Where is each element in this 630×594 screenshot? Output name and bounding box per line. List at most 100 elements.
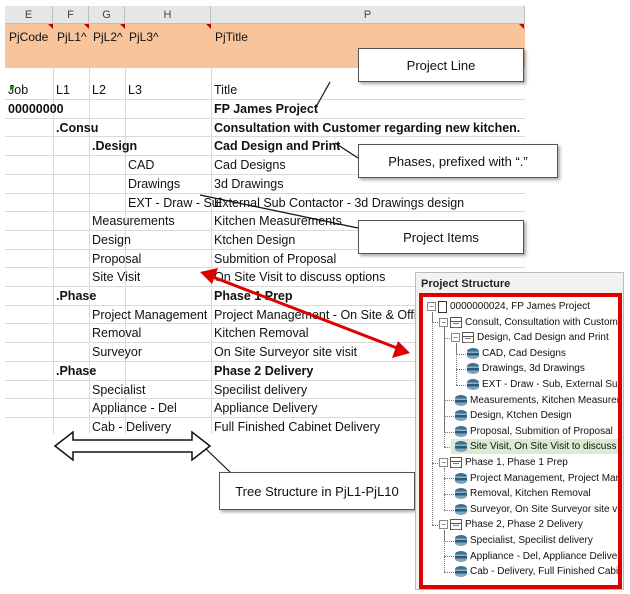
tree-connector <box>444 530 445 572</box>
tree-node-label: Project Management, Project Management -… <box>470 472 622 484</box>
tree-node-label: Design, Cad Design and Print <box>477 332 609 344</box>
col-header-h[interactable]: H <box>125 6 211 24</box>
cell-title[interactable]: FP James Project <box>214 100 318 119</box>
cell-title[interactable]: Appliance Delivery <box>214 399 318 418</box>
cell-title[interactable]: Kitchen Removal <box>214 324 309 343</box>
callout-project-line: Project Line <box>358 48 524 82</box>
tree-connector <box>456 343 457 385</box>
cell-l1[interactable]: .Phase 2 <box>56 362 99 381</box>
callout-tree-structure: Tree Structure in PjL1-PjL10 <box>219 472 415 510</box>
field-header-pjtitle[interactable]: PjTitle <box>215 30 248 44</box>
item-icon <box>455 488 467 500</box>
cell-l3[interactable]: EXT - Draw - Sub <box>128 194 221 213</box>
col-header-p[interactable]: P <box>211 6 525 24</box>
comment-marker <box>48 24 53 29</box>
cell-title[interactable]: Phase 2 Delivery <box>214 362 313 381</box>
collapse-toggle-icon[interactable]: − <box>439 317 448 327</box>
tree-node[interactable]: Specialist, Specilist delivery <box>451 533 618 548</box>
tree-node-label: Consult, Consultation with Customer rega… <box>465 316 618 328</box>
cell-l2[interactable]: Design <box>92 231 131 250</box>
col-header-f[interactable]: F <box>53 6 89 24</box>
cell-title[interactable]: On Site Visit to discuss options <box>214 268 385 287</box>
collapse-toggle-icon[interactable]: − <box>439 458 448 467</box>
comment-marker <box>206 24 211 29</box>
item-icon <box>455 503 467 515</box>
cell-job[interactable]: 0000000024 <box>8 100 63 119</box>
cell-title[interactable]: On Site Surveyor site visit <box>214 343 357 362</box>
cell-title[interactable]: Ktchen Design <box>214 231 295 250</box>
cell-l3[interactable]: Drawings <box>128 175 180 194</box>
cell-title[interactable]: Kitchen Measurements <box>214 212 342 231</box>
field-header-pjl2[interactable]: PjL2^ <box>93 30 123 44</box>
cell-l2[interactable]: Removal <box>92 324 141 343</box>
tree-node[interactable]: Appliance - Del, Appliance Delivery <box>451 549 618 564</box>
cell-l2[interactable]: Proposal <box>92 250 141 269</box>
tree-node-label: Specialist, Specilist delivery <box>470 535 593 546</box>
grid-icon <box>462 332 474 344</box>
subheader-l1[interactable]: L1 <box>56 81 70 100</box>
comment-marker <box>84 24 89 29</box>
tree-node[interactable]: CAD, Cad Designs <box>463 346 618 361</box>
cell-title[interactable]: Full Finished Cabinet Delivery <box>214 418 380 434</box>
cell-l3[interactable]: CAD <box>128 156 154 175</box>
cell-l2[interactable]: Measurements <box>92 212 175 231</box>
item-icon <box>455 394 467 406</box>
tree-node[interactable]: − Consult, Consultation with Customer reg… <box>439 315 618 330</box>
tree-node[interactable]: Cab - Delivery, Full Finished Cabinet De… <box>451 564 618 579</box>
error-indicator <box>10 86 15 91</box>
cell-l2[interactable]: Cab - Delivery <box>92 418 171 434</box>
cell-title[interactable]: Phase 1 Prep <box>214 287 293 306</box>
collapse-toggle-icon[interactable]: − <box>439 520 448 530</box>
cell-title[interactable]: External Sub Contactor - 3d Drawings des… <box>214 194 464 213</box>
item-icon <box>455 550 467 562</box>
tree-node[interactable]: − Phase 1, Phase 1 Prep <box>439 455 618 470</box>
tree-node[interactable]: Surveyor, On Site Surveyor site visit <box>451 502 618 517</box>
item-icon <box>467 347 479 359</box>
field-header-pjl1[interactable]: PjL1^ <box>57 30 87 44</box>
cell-title[interactable]: Project Management - On Site & Office <box>214 306 430 325</box>
document-icon <box>438 300 447 313</box>
cell-title[interactable]: 3d Drawings <box>214 175 283 194</box>
cell-title[interactable]: Cad Designs <box>214 156 286 175</box>
tree-node[interactable]: Drawings, 3d Drawings <box>463 361 618 376</box>
tree-node[interactable]: Project Management, Project Management -… <box>451 471 618 486</box>
col-header-g[interactable]: G <box>89 6 125 24</box>
tree-node[interactable]: Site Visit, On Site Visit to discuss opt… <box>451 439 618 455</box>
callout-project-items: Project Items <box>358 220 524 254</box>
collapse-toggle-icon[interactable]: − <box>451 333 460 343</box>
cell-title[interactable]: Submition of Proposal <box>214 250 336 269</box>
subheader-l2[interactable]: L2 <box>92 81 106 100</box>
cell-l2[interactable]: Specialist <box>92 381 146 400</box>
cell-title[interactable]: Cad Design and Print <box>214 137 340 156</box>
tree-node[interactable]: − Design, Cad Design and Print <box>451 330 618 345</box>
tree-node[interactable]: Removal, Kitchen Removal <box>451 486 618 501</box>
item-icon <box>467 363 479 375</box>
cell-l2[interactable]: Surveyor <box>92 343 142 362</box>
field-header-pjl3[interactable]: PjL3^ <box>129 30 159 44</box>
cell-l1[interactable]: .Consult <box>56 119 99 138</box>
field-header-pjcode[interactable]: PjCode <box>9 30 48 44</box>
tree-node[interactable]: − 0000000024, FP James Project <box>427 299 618 314</box>
tree-node[interactable]: Measurements, Kitchen Measurements <box>451 393 618 408</box>
cell-title[interactable]: Specilist delivery <box>214 381 307 400</box>
cell-l2[interactable]: .Design <box>92 137 137 156</box>
cell-l1[interactable]: .Phase 1 <box>56 287 99 306</box>
cell-l2[interactable]: Project Management <box>92 306 207 325</box>
tree-node-label: 0000000024, FP James Project <box>450 301 590 312</box>
cell-l2[interactable]: Appliance - Del <box>92 399 177 418</box>
tree-node[interactable]: Design, Ktchen Design <box>451 408 618 423</box>
cell-l2[interactable]: Site Visit <box>92 268 140 287</box>
col-header-e[interactable]: E <box>5 6 53 24</box>
tree-node[interactable]: − Phase 2, Phase 2 Delivery <box>439 517 618 532</box>
cell-title[interactable]: Consultation with Customer regarding new… <box>214 119 520 138</box>
double-arrow-hollow <box>53 430 212 462</box>
tree-connector <box>432 311 433 526</box>
tree-node-label: Drawings, 3d Drawings <box>482 363 585 375</box>
tree-node-label: Proposal, Submition of Proposal <box>470 425 613 437</box>
subheader-l3[interactable]: L3 <box>128 81 142 100</box>
subheader-title[interactable]: Title <box>214 81 237 100</box>
tree-node[interactable]: Proposal, Submition of Proposal <box>451 424 618 439</box>
collapse-toggle-icon[interactable]: − <box>427 302 436 311</box>
tree-node-label: Surveyor, On Site Surveyor site visit <box>470 503 622 515</box>
tree-node[interactable]: EXT - Draw - Sub, External Sub Contactor… <box>463 377 618 392</box>
